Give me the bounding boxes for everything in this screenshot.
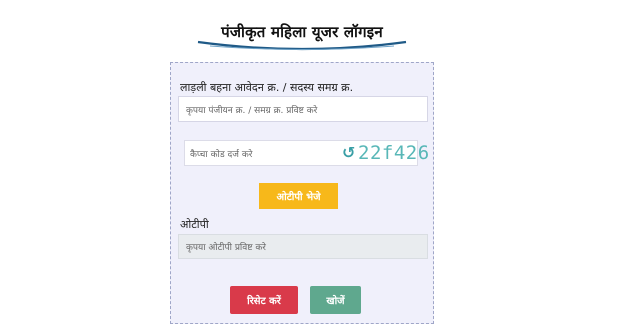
otp-input[interactable]: कृपया ओटीपी प्रविष्ट करे (178, 234, 428, 259)
application-id-input[interactable]: कृपया पंजीयन क्र. / समग्र क्र. प्रविष्ट … (178, 96, 428, 122)
refresh-icon[interactable]: ↺ (342, 145, 355, 161)
page-title: पंजीकृत महिला यूजर लॉगइन (221, 23, 383, 41)
otp-label: ओटीपी (180, 218, 209, 231)
captcha-input[interactable]: कैप्चा कोड दर्ज करे (190, 141, 252, 165)
send-otp-button[interactable]: ओटीपी भेजे (259, 183, 338, 209)
reset-button[interactable]: रिसेट करें (230, 286, 298, 314)
captcha-group: कैप्चा कोड दर्ज करे ↺ 22f426 (184, 140, 429, 166)
title-underline (197, 40, 407, 51)
application-id-label: लाड़ली बहना आवेदन क्र. / सदस्य समग्र क्र… (180, 81, 354, 94)
search-button[interactable]: खोजें (310, 286, 361, 314)
login-form: लाड़ली बहना आवेदन क्र. / सदस्य समग्र क्र… (170, 62, 434, 324)
captcha-image: 22f426 (358, 142, 430, 164)
